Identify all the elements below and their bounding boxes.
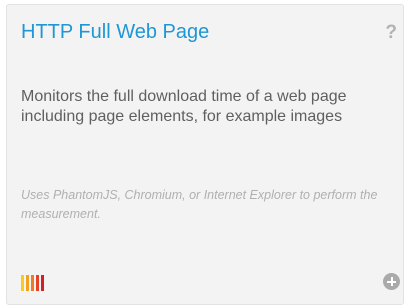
signal-bar <box>36 275 39 291</box>
add-icon[interactable] <box>383 273 400 290</box>
signal-bars-icon <box>21 275 44 291</box>
signal-bar <box>31 275 34 291</box>
card-description: Monitors the full download time of a web… <box>21 88 347 125</box>
signal-bar <box>21 275 24 291</box>
sensor-card[interactable]: HTTP Full Web Page ? Monitors the full d… <box>6 4 404 305</box>
signal-bar <box>41 275 44 291</box>
help-icon[interactable]: ? <box>385 22 397 44</box>
card-title[interactable]: HTTP Full Web Page <box>21 20 209 44</box>
signal-bar <box>26 275 29 291</box>
card-note: Uses PhantomJS, Chromium, or Internet Ex… <box>21 188 378 221</box>
